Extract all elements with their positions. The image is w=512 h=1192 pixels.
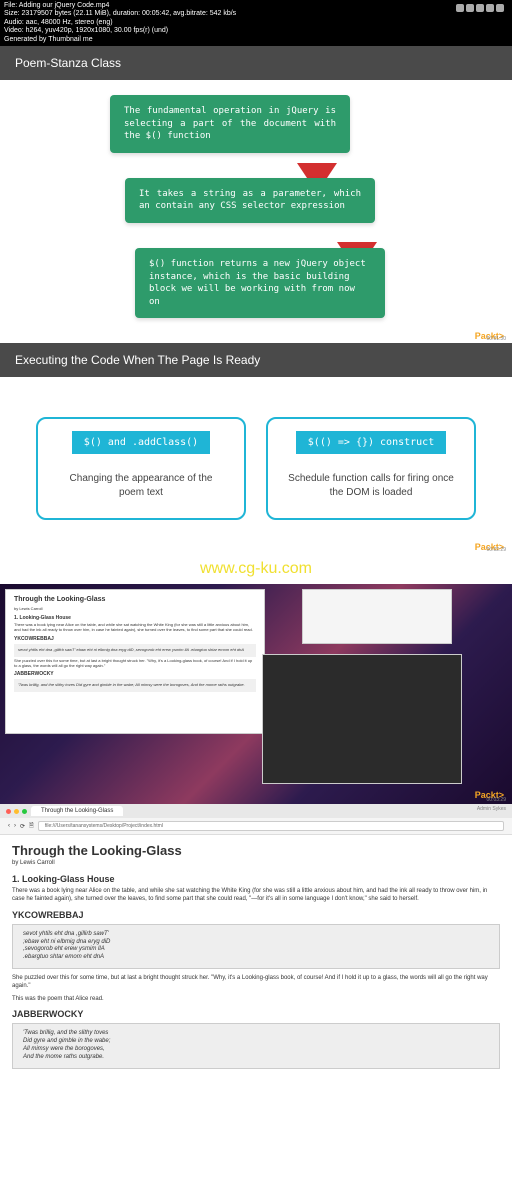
- page-heading: Through the Looking-Glass: [14, 596, 256, 604]
- poem-title: JABBERWOCKY: [12, 1009, 500, 1019]
- finder-window[interactable]: [302, 589, 452, 644]
- ext-icon[interactable]: [456, 4, 464, 12]
- card-code-label: $(() => {}) construct: [296, 431, 446, 454]
- poem-line: And the mome raths outgrabe.: [23, 1054, 489, 1062]
- poem-line: Did gyre and gimble in the wabe;: [23, 1038, 489, 1046]
- url-bar: ‹ › ⟳ 🗎 file:///Users/tanansystems/Deskt…: [0, 818, 512, 835]
- slide1-body: The fundamental operation in jQuery is s…: [0, 80, 512, 343]
- close-icon[interactable]: [6, 809, 11, 814]
- slide1-title: Poem-Stanza Class: [0, 46, 512, 80]
- poem-line: ;ebaw eht ni elbmig dna eryg diD: [23, 939, 489, 947]
- ext-icon[interactable]: [486, 4, 494, 12]
- poem-line: 'Twas brillig, and the slithy toves: [23, 1030, 489, 1038]
- meta-video: Video: h264, yuv420p, 1920x1080, 30.00 f…: [4, 27, 508, 35]
- poem-title-reversed: YKCOWREBBAJ: [12, 910, 500, 920]
- slide2-body: $() and .addClass() Changing the appeara…: [0, 377, 512, 554]
- browser-page-content: Through the Looking-Glass by Lewis Carro…: [0, 835, 512, 1114]
- poem-line: .ebargtuo shtar emom eht dnA: [23, 954, 489, 962]
- poem-line: sevot yhtils eht dna ,gillirb sawT': [23, 931, 489, 939]
- card-description: Schedule function calls for firing once …: [278, 472, 464, 500]
- ext-icon[interactable]: [466, 4, 474, 12]
- back-icon[interactable]: ‹: [8, 823, 10, 829]
- maximize-icon[interactable]: [22, 809, 27, 814]
- file-icon: 🗎: [29, 821, 34, 831]
- info-box-3: $() function returns a new jQuery object…: [135, 248, 385, 318]
- card-code-label: $() and .addClass(): [72, 431, 210, 454]
- ext-icon[interactable]: [496, 4, 504, 12]
- poem-stanza: 'Twas brillig, and the slithy toves Did …: [12, 1023, 500, 1068]
- browser-page: Through the Looking-Glass by Lewis Carro…: [6, 590, 264, 700]
- profile-name: Admin Sykes: [477, 806, 506, 812]
- paragraph: There was a book lying near Alice on the…: [14, 623, 256, 633]
- editor-window[interactable]: [262, 654, 462, 784]
- section-heading: 1. Looking-Glass House: [14, 615, 256, 621]
- file-metadata: File: Adding our jQuery Code.mp4 Size: 2…: [0, 0, 512, 46]
- slide2-title: Executing the Code When The Page Is Read…: [0, 343, 512, 377]
- url-input[interactable]: file:///Users/tanansystems/Desktop/Proje…: [38, 821, 504, 831]
- card-description: Changing the appearance of the poem text: [48, 472, 234, 500]
- paragraph: She puzzled over this for some time, but…: [12, 975, 500, 991]
- ext-icon[interactable]: [476, 4, 484, 12]
- meta-size: Size: 23179507 bytes (22.11 MiB), durati…: [4, 10, 508, 18]
- desktop-screenshot: Through the Looking-Glass by Lewis Carro…: [0, 584, 512, 804]
- poem-line: ,sevogorob eht erew ysmim llA: [23, 946, 489, 954]
- card-addclass: $() and .addClass() Changing the appeara…: [36, 417, 246, 520]
- card-construct: $(() => {}) construct Schedule function …: [266, 417, 476, 520]
- poem-stanza: sevot yhtils eht dna ,gillirb sawT' ;eba…: [12, 924, 500, 969]
- poem-stanza: sevot yhtils eht dna ,gillirb sawT' ebaw…: [14, 644, 256, 657]
- info-box-1: The fundamental operation in jQuery is s…: [110, 95, 350, 153]
- page-author: by Lewis Carroll: [14, 607, 256, 612]
- minimize-icon[interactable]: [14, 809, 19, 814]
- reload-icon[interactable]: ⟳: [20, 823, 25, 830]
- meta-generated: Generated by Thumbnail me: [4, 36, 508, 44]
- paragraph: She puzzled over this for some time, but…: [14, 659, 256, 669]
- paragraph: This was the poem that Alice read.: [12, 996, 500, 1004]
- browser-tab[interactable]: Through the Looking-Glass: [31, 806, 123, 816]
- info-box-2: It takes a string as a parameter, which …: [125, 178, 375, 223]
- browser-tabs: Through the Looking-Glass Admin Sykes: [0, 804, 512, 818]
- paragraph: There was a book lying near Alice on the…: [12, 888, 500, 904]
- meta-audio: Audio: aac, 48000 Hz, stereo (eng): [4, 19, 508, 27]
- browser-window[interactable]: Through the Looking-Glass by Lewis Carro…: [5, 589, 265, 734]
- poem-title: JABBERWOCKY: [14, 671, 256, 677]
- watermark: www.cg-ku.com: [0, 554, 512, 584]
- timestamp: 00:02:29: [487, 547, 506, 553]
- poem-title: YKCOWREBBAJ: [14, 636, 256, 642]
- browser-window-full: Through the Looking-Glass Admin Sykes ‹ …: [0, 804, 512, 1114]
- section-heading: 1. Looking-Glass House: [12, 874, 500, 884]
- page-heading: Through the Looking-Glass: [12, 843, 500, 858]
- meta-filename: File: Adding our jQuery Code.mp4: [4, 2, 508, 10]
- forward-icon[interactable]: ›: [14, 823, 16, 829]
- poem-stanza: 'Twas brillig, and the slithy toves Did …: [14, 679, 256, 692]
- page-author: by Lewis Carroll: [12, 860, 500, 866]
- traffic-lights[interactable]: [6, 809, 27, 814]
- timestamp: 00:01:30: [487, 336, 506, 342]
- extension-icons: [456, 4, 504, 12]
- timestamp: 00:03:29: [487, 797, 506, 803]
- poem-line: All mimsy were the borogoves,: [23, 1046, 489, 1054]
